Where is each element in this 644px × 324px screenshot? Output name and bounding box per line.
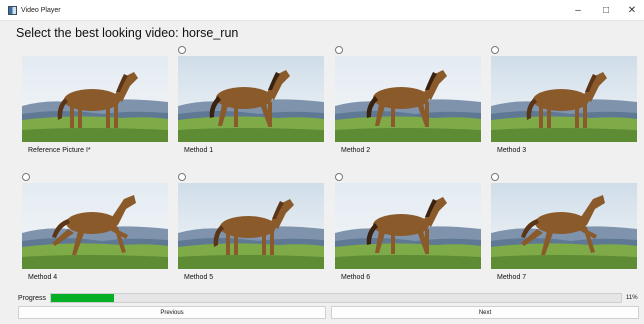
video-option[interactable]: Method 1 [178, 46, 324, 164]
window-title: Video Player [21, 6, 61, 14]
page-title: Select the best looking video: horse_run [16, 26, 239, 40]
video-thumbnail[interactable] [491, 56, 637, 142]
progress-label: Progress [18, 295, 47, 302]
video-thumbnail[interactable] [22, 183, 168, 269]
radio-button[interactable] [22, 173, 30, 181]
radio-button[interactable] [178, 173, 186, 181]
progress-percent: 11% [626, 295, 638, 301]
video-thumbnail[interactable] [178, 56, 324, 142]
video-thumbnail[interactable] [335, 183, 481, 269]
minimize-icon[interactable]: – [566, 0, 590, 20]
progress-fill [51, 294, 114, 302]
video-caption: Method 2 [341, 147, 371, 154]
video-caption: Reference Picture I* [28, 147, 91, 154]
video-option[interactable]: Method 7 [491, 173, 637, 291]
video-thumbnail[interactable] [491, 183, 637, 269]
title-bar: Video Player – □ ✕ [0, 0, 644, 21]
video-caption: Method 4 [28, 274, 58, 281]
app-icon [8, 5, 17, 15]
video-option[interactable]: Method 3 [491, 46, 637, 164]
radio-button[interactable] [335, 46, 343, 54]
video-caption: Method 5 [184, 274, 214, 281]
video-thumbnail[interactable] [22, 56, 168, 142]
radio-button[interactable] [491, 46, 499, 54]
progress-bar [50, 293, 622, 303]
close-icon[interactable]: ✕ [620, 0, 644, 20]
previous-button[interactable]: Previous [18, 306, 326, 319]
video-thumbnail[interactable] [335, 56, 481, 142]
video-caption: Method 1 [184, 147, 214, 154]
radio-button[interactable] [491, 173, 499, 181]
video-caption: Method 6 [341, 274, 371, 281]
next-button[interactable]: Next [331, 306, 639, 319]
video-option[interactable]: Method 6 [335, 173, 481, 291]
radio-button[interactable] [335, 173, 343, 181]
video-option[interactable]: Method 5 [178, 173, 324, 291]
video-thumbnail[interactable] [178, 183, 324, 269]
video-caption: Method 7 [497, 274, 527, 281]
video-option[interactable]: Method 4 [22, 173, 168, 291]
video-option[interactable]: Reference Picture I* [22, 46, 168, 164]
radio-button[interactable] [178, 46, 186, 54]
video-option[interactable]: Method 2 [335, 46, 481, 164]
maximize-icon[interactable]: □ [594, 0, 618, 20]
video-caption: Method 3 [497, 147, 527, 154]
